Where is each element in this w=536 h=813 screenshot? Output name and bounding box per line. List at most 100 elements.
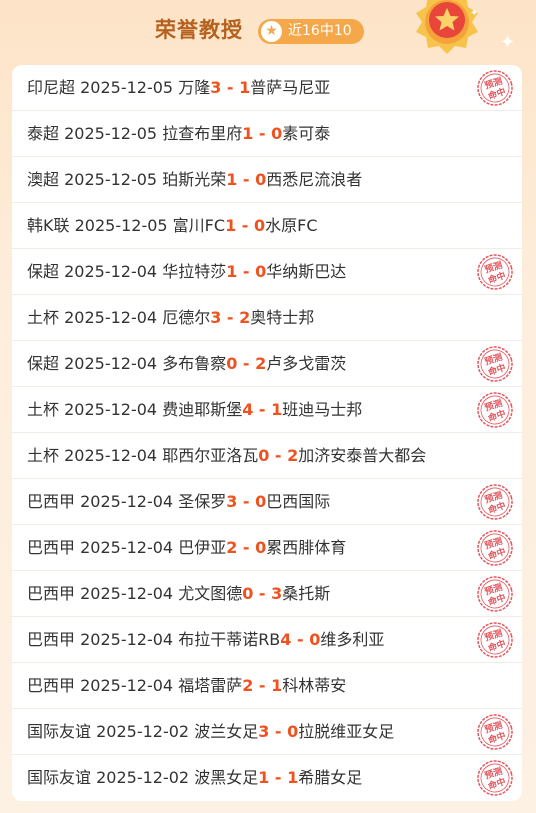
away-score: 2 [239, 308, 251, 327]
home-team: 拉查布里府 [162, 124, 243, 143]
prediction-list: 印尼超 2025-12-05 万隆3 - 1普萨马尼亚 预测 命中 泰超 2025-1… [12, 65, 522, 801]
home-team: 布拉干蒂诺RB [178, 630, 281, 649]
away-team: 加济安泰普大都会 [298, 446, 427, 465]
prediction-hit-stamp: 预测命中 [477, 254, 513, 290]
sparkle-icon: ✦ [470, 8, 479, 19]
league-label: 土杯 [27, 446, 60, 465]
list-item[interactable]: 巴西甲 2025-12-04 布拉干蒂诺RB4 - 0维多利亚 预测 命中 [12, 617, 522, 663]
list-item[interactable]: 泰超 2025-12-05 拉查布里府1 - 0素可泰 [12, 111, 522, 157]
away-score: 0 [255, 492, 267, 511]
away-team: 巴西国际 [266, 492, 331, 511]
score-separator: - [253, 124, 272, 143]
match-date: 2025-12-02 [96, 768, 190, 787]
match-date: 2025-12-05 [64, 170, 158, 189]
home-score: 3 [226, 492, 238, 511]
home-team: 耶西尔亚洛瓦 [162, 446, 259, 465]
home-score: 1 [226, 170, 238, 189]
score-separator: - [237, 170, 256, 189]
match-date: 2025-12-05 [74, 216, 168, 235]
away-team: 班迪马士邦 [282, 400, 363, 419]
home-score: 2 [226, 538, 238, 557]
away-score: 0 [253, 216, 266, 235]
match-date: 2025-12-04 [64, 262, 158, 281]
score-separator: - [237, 538, 256, 557]
away-score: 2 [255, 354, 267, 373]
score-separator: - [253, 676, 272, 695]
away-team: 卢多戈雷茨 [266, 354, 347, 373]
match-date: 2025-12-04 [64, 354, 158, 373]
prediction-hit-stamp: 预测命中 [477, 70, 513, 106]
home-score: 0 [226, 354, 238, 373]
match-date: 2025-12-04 [80, 584, 174, 603]
page-title: 荣誉教授 [155, 18, 243, 42]
home-team: 费迪耶斯堡 [162, 400, 243, 419]
home-score: 1 [226, 262, 238, 281]
away-team: 素可泰 [282, 124, 331, 143]
list-item[interactable]: 土杯 2025-12-04 厄德尔3 - 2奥特士邦 [12, 295, 522, 341]
list-item[interactable]: 保超 2025-12-04 华拉特莎1 - 0华纳斯巴达 预测 命中 [12, 249, 522, 295]
list-item[interactable]: 国际友谊 2025-12-02 波黑女足1 - 1希腊女足 预测 命中 [12, 755, 522, 801]
list-item[interactable]: 土杯 2025-12-04 耶西尔亚洛瓦0 - 2加济安泰普大都会 [12, 433, 522, 479]
list-item[interactable]: 巴西甲 2025-12-04 福塔雷萨2 - 1科林蒂安 [12, 663, 522, 709]
league-label: 巴西甲 [27, 584, 76, 603]
away-team: 西悉尼流浪者 [266, 170, 363, 189]
prediction-hit-stamp: 预测命中 [477, 346, 513, 382]
list-item[interactable]: 巴西甲 2025-12-04 巴伊亚2 - 0累西腓体育 预测 命中 [12, 525, 522, 571]
prediction-hit-stamp: 预测命中 [477, 622, 513, 658]
home-score: 0 [258, 446, 270, 465]
list-item[interactable]: 巴西甲 2025-12-04 尤文图德0 - 3桑托斯 预测 命中 [12, 571, 522, 617]
match-date: 2025-12-04 [64, 446, 158, 465]
list-item[interactable]: 巴西甲 2025-12-04 圣保罗3 - 0巴西国际 预测 命中 [12, 479, 522, 525]
match-date: 2025-12-05 [80, 78, 174, 97]
match-date: 2025-12-04 [64, 308, 158, 327]
away-score: 1 [287, 768, 299, 787]
list-item[interactable]: 韩K联 2025-12-05 富川FC1 - 0水原FC [12, 203, 522, 249]
prediction-hit-stamp: 预测命中 [477, 576, 513, 612]
away-team: 累西腓体育 [266, 538, 347, 557]
score-separator: - [237, 262, 256, 281]
home-team: 多布鲁察 [162, 354, 227, 373]
score-separator: - [253, 400, 272, 419]
league-label: 土杯 [27, 308, 60, 327]
home-score: 3 [210, 78, 222, 97]
league-label: 印尼超 [27, 78, 76, 97]
home-score: 1 [258, 768, 270, 787]
home-team: 厄德尔 [162, 308, 211, 327]
away-score: 0 [255, 170, 267, 189]
league-label: 巴西甲 [27, 492, 76, 511]
prediction-hit-stamp: 预测命中 [477, 530, 513, 566]
score-separator: - [269, 768, 288, 787]
home-team: 富川FC [172, 216, 226, 235]
home-team: 尤文图德 [178, 584, 243, 603]
home-score: 1 [225, 216, 237, 235]
away-team: 维多利亚 [320, 630, 385, 649]
prediction-hit-stamp: 预测命中 [477, 392, 513, 428]
away-score: 0 [309, 630, 321, 649]
home-score: 3 [258, 722, 270, 741]
home-score: 3 [210, 308, 222, 327]
score-separator: - [291, 630, 310, 649]
list-item[interactable]: 土杯 2025-12-04 费迪耶斯堡4 - 1班迪马士邦 预测 命中 [12, 387, 522, 433]
league-label: 巴西甲 [27, 676, 76, 695]
away-team: 奥特士邦 [250, 308, 315, 327]
home-score: 2 [242, 676, 254, 695]
list-item[interactable]: 澳超 2025-12-05 珀斯光荣1 - 0西悉尼流浪者 [12, 157, 522, 203]
away-score: 1 [239, 78, 251, 97]
away-team: 科林蒂安 [282, 676, 347, 695]
away-team: 拉脱维亚女足 [298, 722, 395, 741]
list-item[interactable]: 保超 2025-12-04 多布鲁察0 - 2卢多戈雷茨 预测 命中 [12, 341, 522, 387]
match-date: 2025-12-02 [96, 722, 190, 741]
home-team: 珀斯光荣 [162, 170, 227, 189]
score-separator: - [253, 584, 272, 603]
list-item[interactable]: 印尼超 2025-12-05 万隆3 - 1普萨马尼亚 预测 命中 [12, 65, 522, 111]
star-icon: ★ [261, 21, 282, 42]
score-separator: - [237, 354, 256, 373]
score-separator: - [236, 216, 254, 235]
away-team: 普萨马尼亚 [250, 78, 331, 97]
score-separator: - [221, 308, 240, 327]
header: 荣誉教授 ★ 近16中10 ✦ ✦ [0, 0, 536, 62]
list-item[interactable]: 国际友谊 2025-12-02 波兰女足3 - 0拉脱维亚女足 预测 命中 [12, 709, 522, 755]
away-score: 0 [271, 124, 283, 143]
away-score: 0 [287, 722, 299, 741]
away-score: 1 [271, 400, 283, 419]
